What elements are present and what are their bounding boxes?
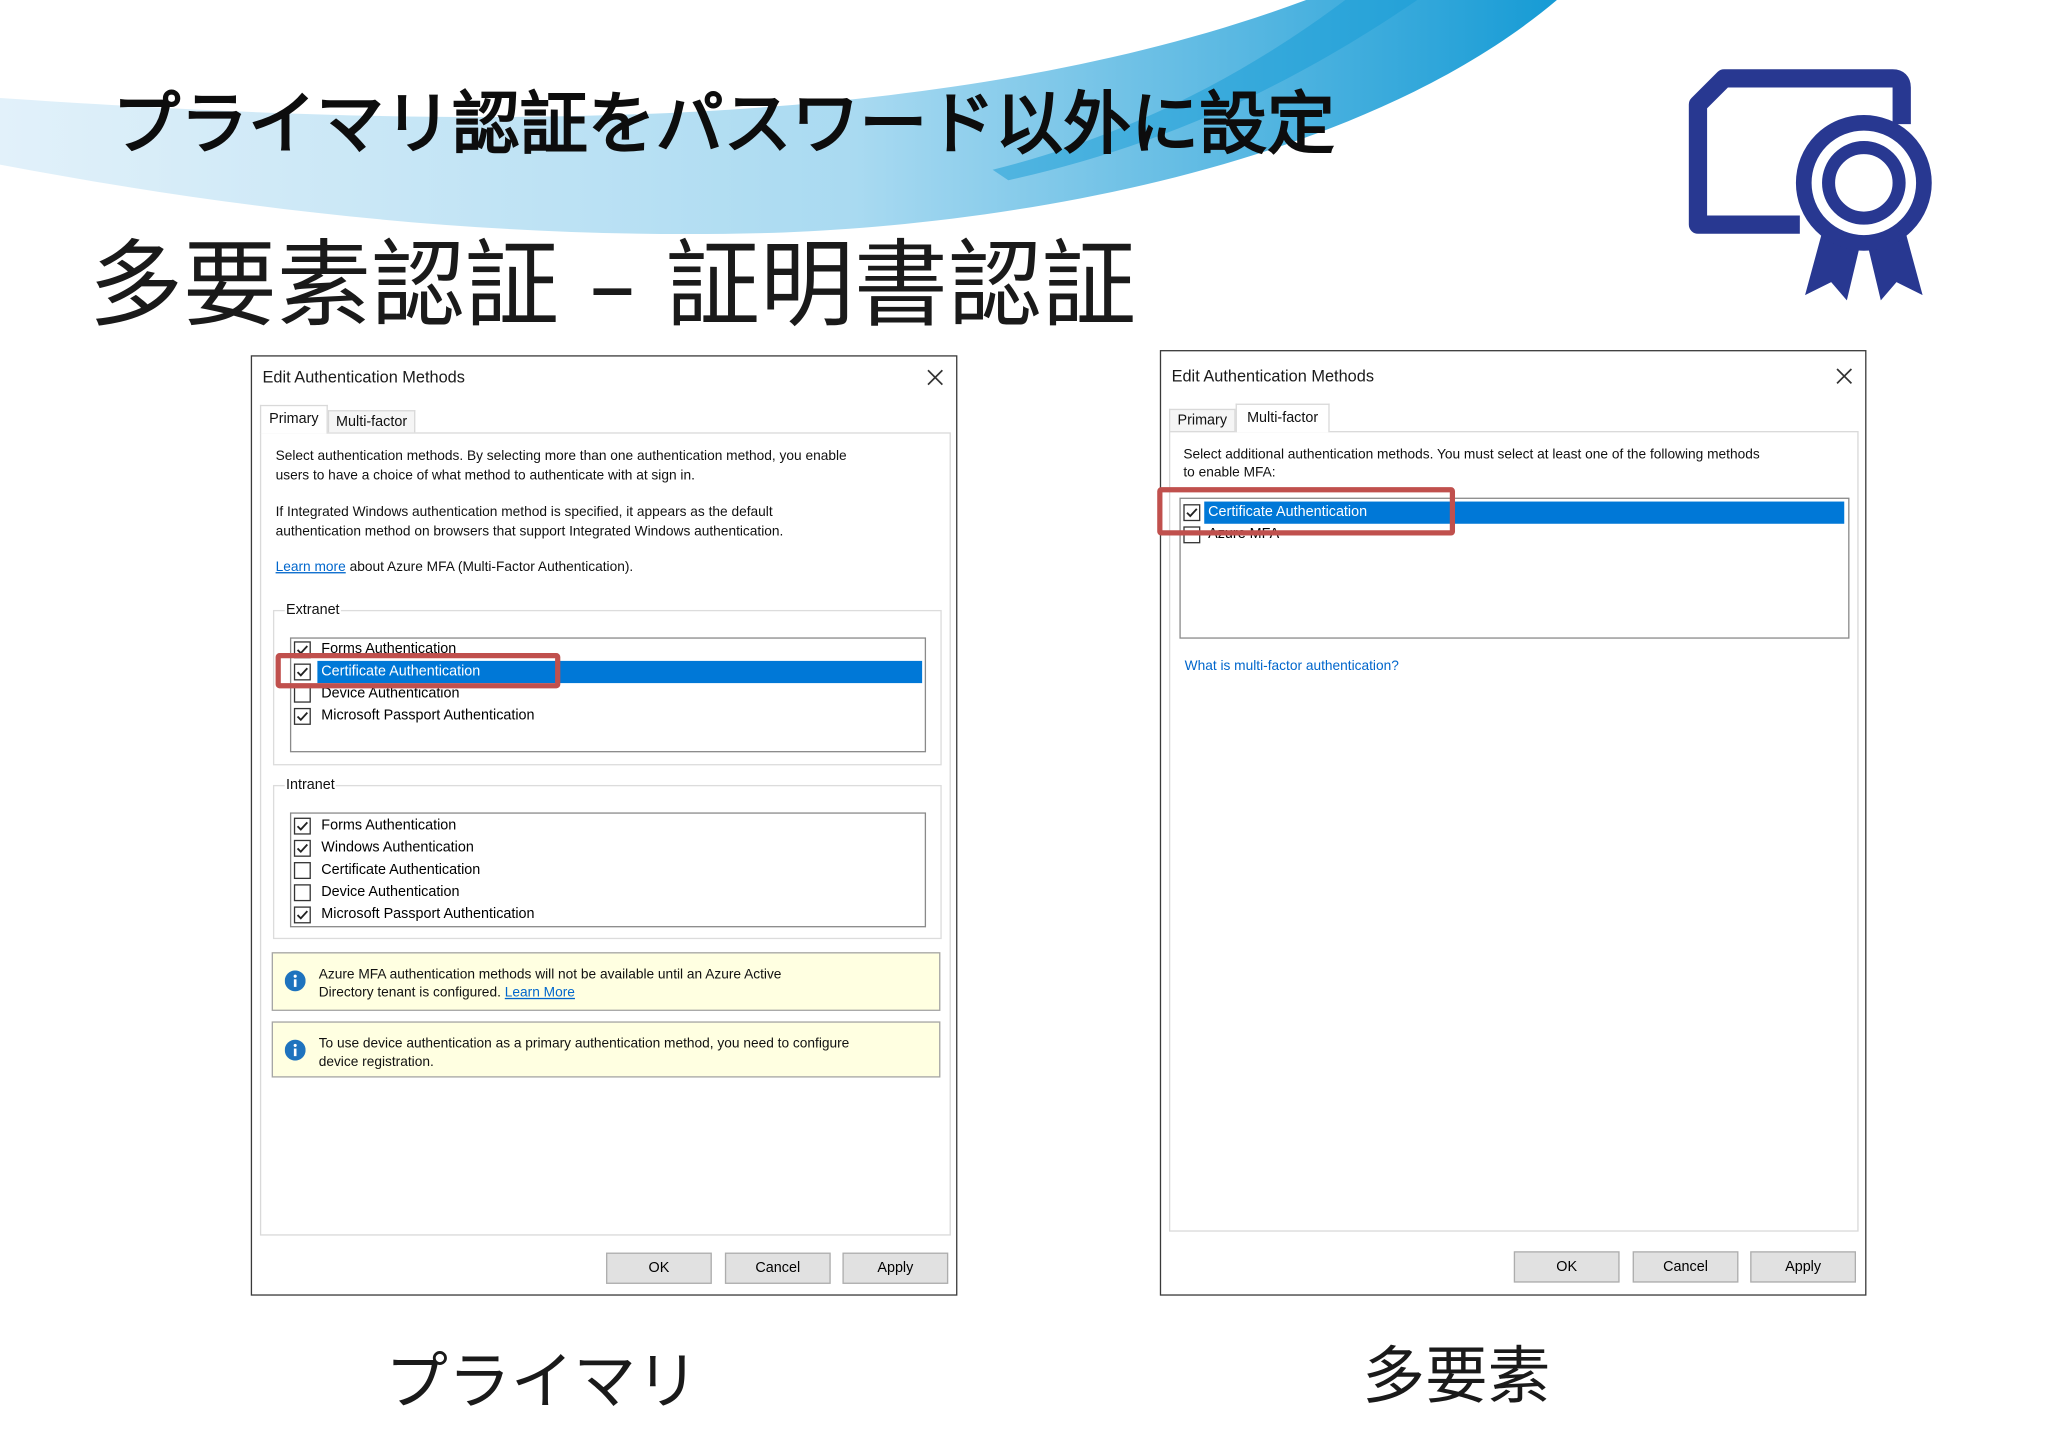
tab-primary[interactable]: Primary [1168,408,1236,432]
checkbox[interactable] [293,839,311,857]
list-item[interactable]: Certificate Authentication [291,859,924,881]
ok-button[interactable]: OK [1513,1251,1620,1283]
multifactor-auth-dialog: Edit Authentication Methods Primary Mult… [1157,350,1867,1296]
list-item[interactable]: Microsoft Passport Authentication [291,705,924,727]
ok-button[interactable]: OK [606,1252,712,1284]
certificate-icon [1688,69,1932,301]
learn-more-line: Learn more about Azure MFA (Multi-Factor … [276,558,634,578]
description-text: Select authentication methods. By select… [275,447,847,464]
notice-text: Directory tenant is configured. [318,984,501,1001]
info-icon [284,970,306,992]
intranet-group: Intranet Forms Authentication Windows Au… [272,774,942,940]
close-icon[interactable] [1835,367,1853,385]
default-method-note: If Integrated Windows authentication met… [275,504,773,520]
learn-more-link[interactable]: Learn More [505,985,575,1001]
info-notice: To use device authentication as a primar… [271,1021,941,1078]
checkbox[interactable] [293,906,311,924]
checkbox[interactable] [293,707,311,725]
caption-primary: プライマリ [385,1345,699,1419]
checkmark-icon [296,843,309,854]
info-icon [284,1039,306,1061]
description-text: users to have a choice of what method to… [275,467,695,484]
dialog-title: Edit Authentication Methods [1171,367,1374,386]
dialog-title: Edit Authentication Methods [262,368,465,387]
annotation-highlight-box [1157,487,1456,536]
description-text: Select additional authentication methods… [1183,446,1760,463]
tab-multi-factor[interactable]: Multi-factor [327,410,416,433]
notice-text: Azure MFA authentication methods will no… [318,966,782,983]
list-item[interactable]: Windows Authentication [291,837,924,859]
list-item-label: Windows Authentication [321,839,474,856]
group-label: Extranet [284,599,341,621]
checkbox[interactable] [293,884,311,902]
checkmark-icon [296,821,309,831]
tab-multi-factor[interactable]: Multi-factor [1235,403,1330,433]
mfa-help-link[interactable]: What is multi-factor authentication? [1185,657,1399,677]
description-text: to enable MFA: [1183,464,1276,481]
primary-auth-dialog: Edit Authentication Methods Primary Mult… [250,355,958,1296]
list-item[interactable]: Device Authentication [291,882,924,904]
list-item-label: Microsoft Passport Authentication [321,707,535,724]
cancel-button[interactable]: Cancel [724,1252,831,1284]
notice-text: To use device authentication as a primar… [318,1035,850,1052]
notice-text: device registration. [318,1054,434,1070]
caption-multifactor: 多要素 [1362,1340,1551,1414]
list-item[interactable]: Forms Authentication [291,815,924,837]
list-item-label: Certificate Authentication [321,862,481,878]
group-label: Intranet [284,774,337,796]
intranet-method-list: Forms Authentication Windows Authenticat… [289,812,927,928]
notice-line: Directory tenant is configured. Learn Mor… [319,984,782,1002]
list-item-label: Microsoft Passport Authentication [321,906,535,923]
checkmark-icon [296,910,309,920]
notice-text-block: To use device authentication as a primar… [319,1034,850,1071]
slide-subtitle: 多要素認証 – 証明書認証 [88,229,1137,340]
list-item-label: Device Authentication [321,884,460,900]
checkbox[interactable] [293,862,311,880]
list-item[interactable]: Microsoft Passport Authentication [291,904,924,926]
slide-title: プライマリ認証をパスワード以外に設定 [112,86,1335,165]
learn-more-link[interactable]: Learn more [276,559,346,575]
checkmark-icon [296,712,309,722]
apply-button[interactable]: Apply [1750,1251,1856,1283]
info-notice: Azure MFA authentication methods will no… [271,952,941,1011]
notice-text-block: Azure MFA authentication methods will no… [319,965,782,1002]
cancel-button[interactable]: Cancel [1632,1251,1739,1283]
default-method-note: authentication method on browsers that s… [275,523,784,540]
tab-primary[interactable]: Primary [259,404,328,434]
learn-more-text: about Azure MFA (Multi-Factor Authentica… [349,559,634,575]
checkbox[interactable] [293,817,311,835]
list-item-label: Forms Authentication [321,817,457,834]
apply-button[interactable]: Apply [842,1252,949,1284]
close-icon[interactable] [926,368,944,386]
slide: プライマリ認証をパスワード以外に設定 多要素認証 – 証明書認証 Edit Au… [0,0,2048,1448]
annotation-highlight-box [275,653,561,689]
